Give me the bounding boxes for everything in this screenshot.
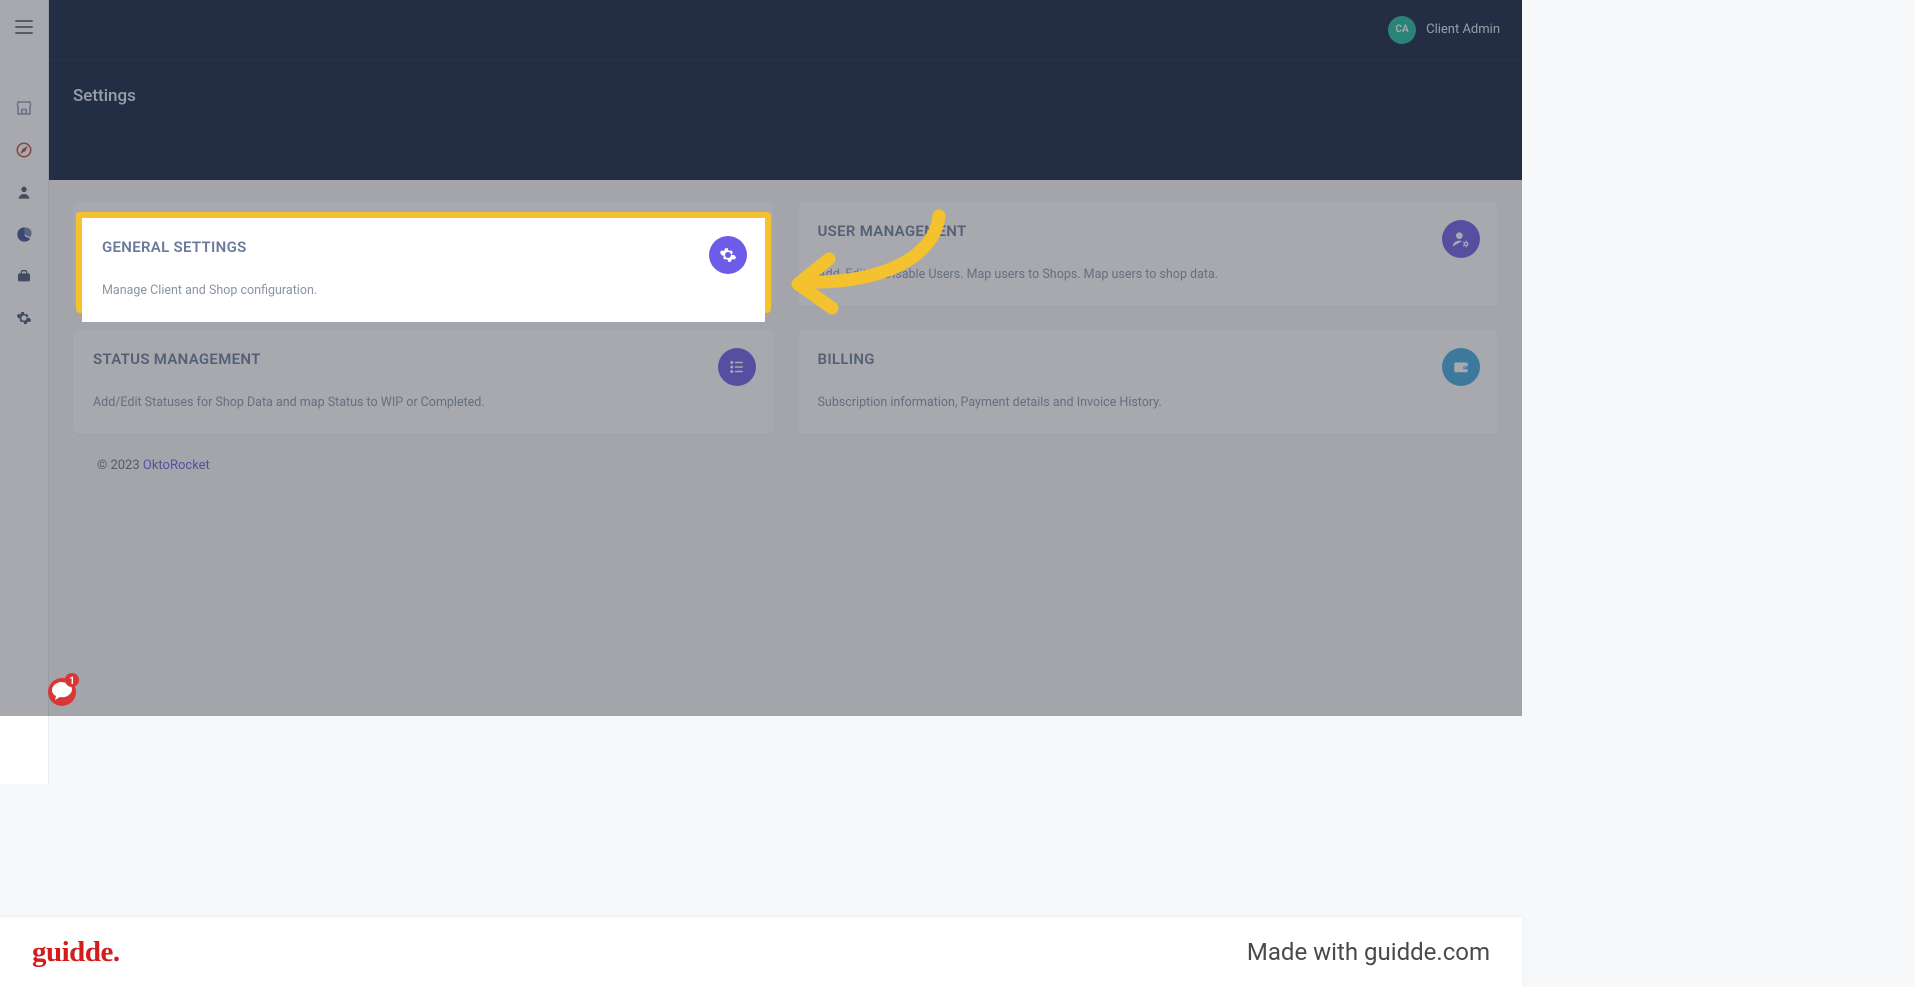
card-title: BILLING: [818, 350, 1479, 368]
chat-badge-count: 1: [69, 676, 75, 687]
guidde-banner: guidde. Made with guidde.com: [0, 917, 1522, 987]
card-title: GENERAL SETTINGS: [93, 222, 754, 240]
guidde-logo[interactable]: guidde.: [32, 936, 120, 969]
settings-grid: GENERAL SETTINGS Manage Client and Shop …: [73, 202, 1498, 434]
card-description: Subscription information, Payment detail…: [818, 394, 1479, 412]
store-icon[interactable]: [14, 98, 34, 118]
card-description: Add, Edit or Disable Users. Map users to…: [818, 266, 1479, 284]
list-icon: [718, 348, 756, 386]
card-title: USER MANAGEMENT: [818, 222, 1479, 240]
gear-icon[interactable]: [14, 308, 34, 328]
sidebar-nav: [0, 98, 48, 328]
compass-icon[interactable]: [14, 140, 34, 160]
brand-link[interactable]: OktoRocket: [143, 458, 210, 473]
gear-icon: [718, 220, 756, 258]
card-user-management[interactable]: USER MANAGEMENT Add, Edit or Disable Use…: [798, 202, 1499, 306]
app-window: CA Client Admin Settings GENERAL SETTING…: [0, 0, 1522, 784]
user-name-label: Client Admin: [1426, 22, 1500, 37]
page-title: Settings: [73, 86, 1498, 106]
card-description: Add/Edit Statuses for Shop Data and map …: [93, 394, 754, 412]
card-billing[interactable]: BILLING Subscription information, Paymen…: [798, 330, 1499, 434]
content-area: GENERAL SETTINGS Manage Client and Shop …: [49, 180, 1522, 784]
card-title: STATUS MANAGEMENT: [93, 350, 754, 368]
user-gear-icon: [1442, 220, 1480, 258]
card-status-management[interactable]: STATUS MANAGEMENT Add/Edit Statuses for …: [73, 330, 774, 434]
pie-chart-icon[interactable]: [14, 224, 34, 244]
page-header: Settings: [49, 60, 1522, 180]
made-with-label: Made with guidde.com: [1247, 938, 1490, 966]
card-general-settings[interactable]: GENERAL SETTINGS Manage Client and Shop …: [73, 202, 774, 306]
footer: © 2023 OktoRocket: [73, 434, 1498, 497]
avatar: CA: [1388, 16, 1416, 44]
user-icon[interactable]: [14, 182, 34, 202]
briefcase-icon[interactable]: [14, 266, 34, 286]
menu-toggle-button[interactable]: [15, 20, 33, 34]
copyright-text: © 2023: [97, 458, 143, 473]
chat-widget[interactable]: 1: [44, 672, 80, 712]
topbar: CA Client Admin: [49, 0, 1522, 60]
user-menu[interactable]: CA Client Admin: [1388, 16, 1500, 44]
card-description: Manage Client and Shop configuration.: [93, 266, 754, 284]
sidebar: [0, 0, 49, 784]
wallet-icon: [1442, 348, 1480, 386]
main-area: CA Client Admin Settings GENERAL SETTING…: [49, 0, 1522, 784]
